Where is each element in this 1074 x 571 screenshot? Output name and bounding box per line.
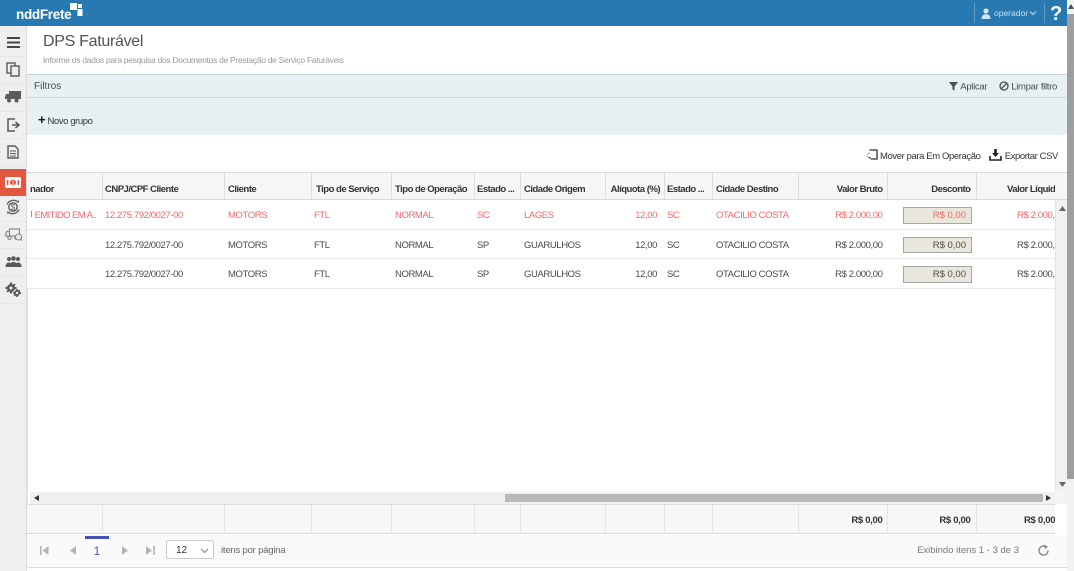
svg-text:$: $ [11, 203, 16, 212]
